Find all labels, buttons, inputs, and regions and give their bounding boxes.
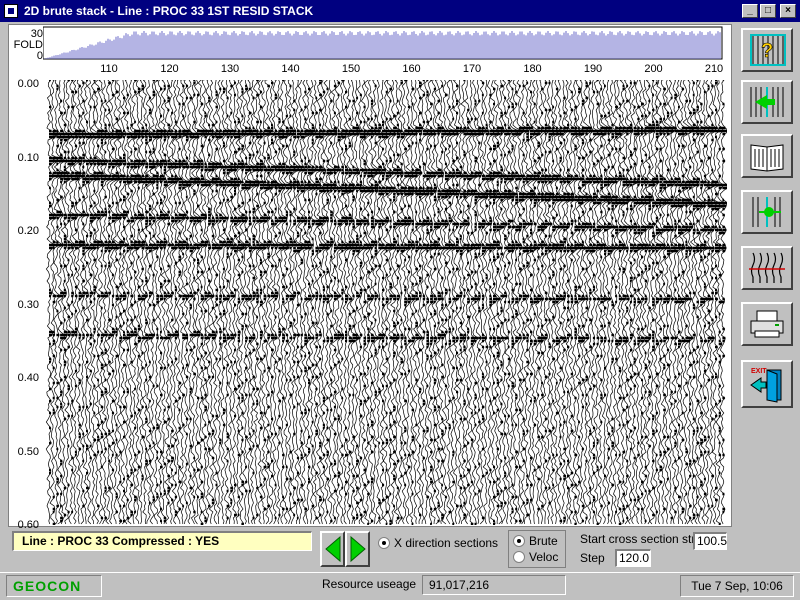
- select-station-icon: [752, 197, 781, 227]
- line-status: Line : PROC 33 Compressed : YES: [12, 531, 312, 551]
- help-icon: ?: [750, 34, 786, 66]
- x-direction-radio[interactable]: [378, 537, 390, 549]
- step-input[interactable]: 120.0: [615, 549, 651, 567]
- time-tick-label: 0.10: [17, 151, 39, 164]
- station-tick-label: 210: [704, 63, 724, 75]
- move-section-button[interactable]: [741, 80, 793, 124]
- previous-section-button[interactable]: [320, 531, 345, 567]
- section-navigation: [320, 531, 370, 567]
- seismic-section[interactable]: [43, 80, 727, 525]
- brute-option[interactable]: Brute: [513, 533, 561, 549]
- traces-icon: [749, 252, 785, 283]
- help-button[interactable]: ?: [741, 28, 793, 72]
- select-station-button[interactable]: [741, 190, 793, 234]
- fold-bars: [43, 31, 721, 59]
- fold-label: 30 FOLD 0: [13, 29, 43, 62]
- exit-button[interactable]: EXIT: [741, 360, 793, 408]
- resource-label: Resource useage: [322, 577, 417, 591]
- brand-logo: GEOCON: [6, 575, 102, 597]
- veloc-label: Veloc: [529, 550, 559, 564]
- time-tick-label: 0.60: [17, 519, 39, 531]
- seismic-panel[interactable]: 30 FOLD 0 110 120 130 140 150 160 170 180 190 200…: [8, 24, 732, 531]
- display-mode-group: Brute Veloc: [508, 530, 566, 568]
- brute-radio[interactable]: [513, 535, 525, 547]
- fold-chart: [43, 26, 723, 60]
- station-tick-label: 170: [462, 63, 482, 75]
- x-direction-label: X direction sections: [394, 536, 499, 550]
- next-section-button[interactable]: [345, 531, 370, 567]
- app-icon[interactable]: [4, 4, 18, 18]
- station-tick-label: 130: [220, 63, 240, 75]
- station-tick-label: 140: [281, 63, 300, 75]
- station-tick-label: 110: [100, 63, 118, 75]
- book-button[interactable]: [741, 134, 793, 178]
- window-buttons: _ □ ×: [742, 4, 796, 18]
- right-toolbar: ? EXIT: [738, 24, 796, 414]
- arrow-right-icon: [350, 535, 366, 563]
- minimize-button[interactable]: _: [742, 4, 758, 18]
- seismic-traces: [45, 80, 727, 525]
- maximize-button[interactable]: □: [760, 4, 776, 18]
- window-title: 2D brute stack - Line : PROC 33 1ST RESI…: [24, 4, 314, 18]
- clock: Tue 7 Sep, 10:06: [680, 575, 794, 597]
- time-tick-label: 0.20: [17, 225, 39, 237]
- status-bar: GEOCON Resource useage 91,017,216 Tue 7 …: [0, 572, 800, 600]
- station-tick-label: 160: [402, 63, 421, 75]
- start-station-input[interactable]: 100.5: [693, 532, 727, 550]
- station-tick-label: 150: [341, 63, 361, 75]
- move-section-icon: [750, 87, 784, 117]
- brute-label: Brute: [529, 534, 558, 548]
- svg-text:?: ?: [761, 40, 773, 62]
- print-button[interactable]: [741, 302, 793, 346]
- time-tick-label: 0.00: [17, 78, 39, 90]
- book-icon: [750, 144, 784, 172]
- traces-button[interactable]: [741, 246, 793, 290]
- close-button[interactable]: ×: [780, 4, 796, 18]
- start-station-label: Start cross section stn: [580, 532, 699, 546]
- time-tick-label: 0.50: [17, 445, 39, 458]
- time-axis: 0.00 0.10 0.20 0.30 0.40 0.50 0.60: [11, 78, 43, 531]
- time-tick-label: 0.30: [17, 298, 39, 311]
- fold-min: 0: [36, 50, 43, 62]
- arrow-left-icon: [324, 535, 340, 563]
- station-tick-label: 190: [583, 63, 603, 75]
- printer-icon: [750, 310, 784, 338]
- time-tick-label: 0.40: [17, 372, 39, 384]
- x-direction-option[interactable]: X direction sections: [378, 536, 498, 550]
- exit-icon: EXIT: [750, 368, 782, 403]
- resource-value: 91,017,216: [422, 575, 566, 595]
- step-label: Step: [580, 551, 605, 565]
- veloc-radio[interactable]: [513, 551, 525, 563]
- station-tick-label: 200: [644, 63, 663, 75]
- station-tick-label: 180: [523, 63, 542, 75]
- station-tick-label: 120: [160, 63, 179, 75]
- exit-label: EXIT: [751, 368, 767, 375]
- title-bar: 2D brute stack - Line : PROC 33 1ST RESI…: [0, 0, 800, 22]
- veloc-option[interactable]: Veloc: [513, 549, 561, 565]
- station-axis: 110 120 130 140 150 160 170 180 190 200 210: [43, 63, 723, 79]
